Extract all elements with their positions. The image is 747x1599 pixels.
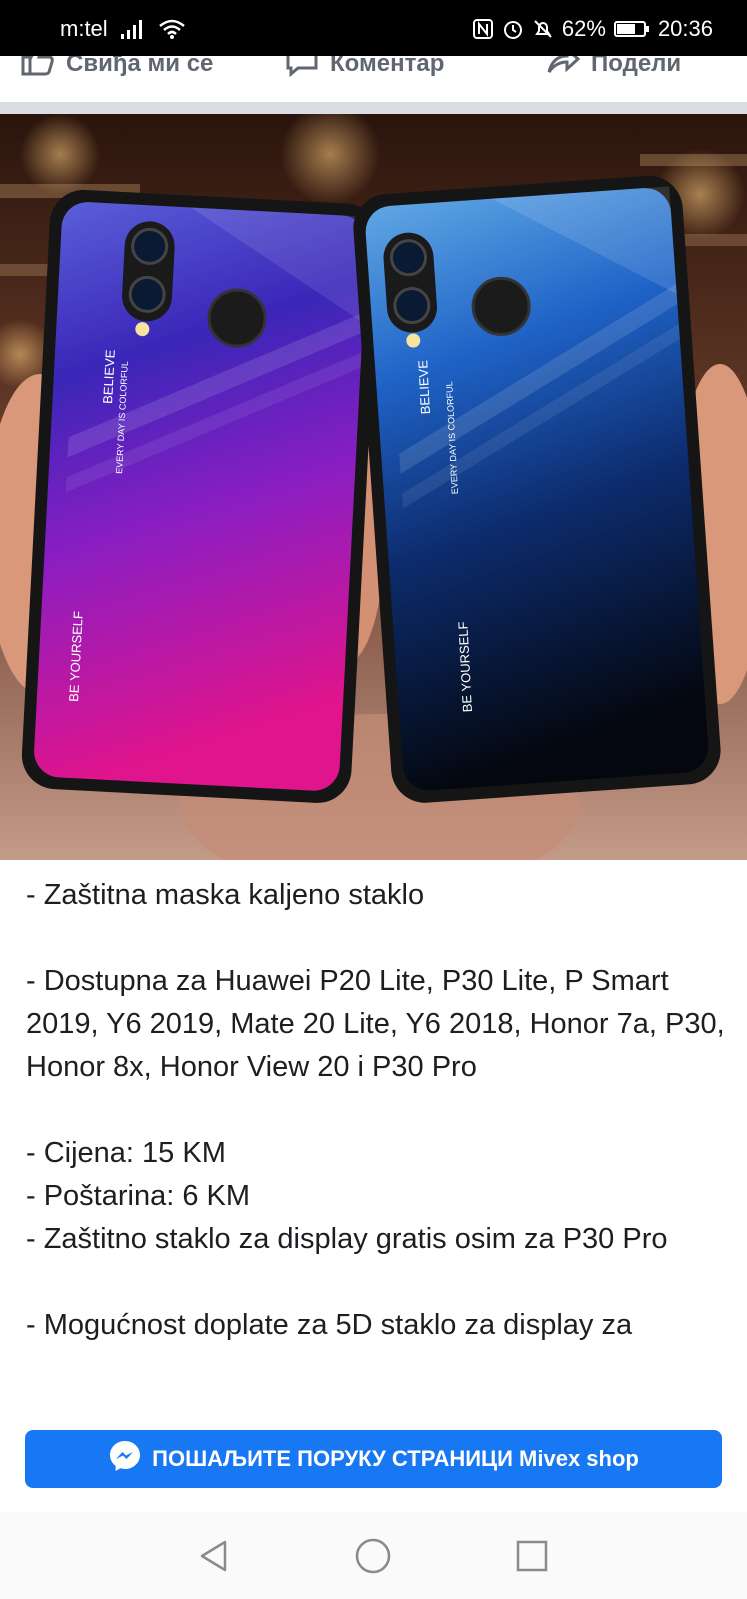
post-line: - Mogućnost doplate za 5D staklo za disp… bbox=[26, 1309, 633, 1341]
system-navigation-bar bbox=[0, 1512, 747, 1599]
post-line: - Cijena: 15 KM bbox=[26, 1137, 226, 1169]
mute-icon bbox=[532, 18, 554, 40]
post-line: - Poštarina: 6 KM bbox=[26, 1180, 251, 1212]
like-label: Свиђа ми се bbox=[66, 56, 214, 77]
product-photo[interactable]: BELIEVE EVERY DAY IS COLORFUL BE YOURSEL… bbox=[0, 114, 747, 860]
product-photo-illustration: BELIEVE EVERY DAY IS COLORFUL BE YOURSEL… bbox=[0, 114, 747, 860]
recents-icon[interactable] bbox=[508, 1532, 556, 1580]
post-action-bar: Свиђа ми се Коментар Подели bbox=[0, 56, 747, 102]
back-icon[interactable] bbox=[190, 1532, 238, 1580]
post-description: - Zaštitna maska kaljeno staklo - Dostup… bbox=[26, 874, 726, 1404]
share-label: Подели bbox=[591, 56, 682, 77]
like-icon bbox=[20, 56, 56, 85]
post-line: - Dostupna za Huawei P20 Lite, P30 Lite,… bbox=[26, 965, 725, 1083]
post-line: - Zaštitna maska kaljeno staklo bbox=[26, 879, 425, 911]
carrier-label: m:tel bbox=[60, 16, 108, 41]
comment-icon bbox=[284, 56, 320, 85]
send-message-button[interactable]: ПОШАЉИТЕ ПОРУКУ СТРАНИЦИ Mivex shop bbox=[25, 1430, 722, 1488]
section-divider bbox=[0, 102, 747, 114]
status-bar: m:tel 62% 20:36 bbox=[0, 0, 747, 56]
wifi-icon bbox=[158, 18, 186, 40]
right-case-text-top: BELIEVE bbox=[415, 359, 433, 414]
share-icon bbox=[545, 56, 581, 85]
status-right: 62% 20:36 bbox=[472, 16, 713, 42]
home-icon[interactable] bbox=[349, 1532, 397, 1580]
share-button[interactable]: Подели bbox=[545, 56, 681, 85]
like-button[interactable]: Свиђа ми се bbox=[20, 56, 213, 85]
post-line: - Zaštitno staklo za display gratis osim… bbox=[26, 1223, 668, 1255]
send-message-label: ПОШАЉИТЕ ПОРУКУ СТРАНИЦИ Mivex shop bbox=[152, 1446, 639, 1471]
left-case-text-top: BELIEVE bbox=[100, 349, 118, 404]
status-left: m:tel bbox=[60, 16, 186, 42]
nfc-icon bbox=[472, 18, 494, 40]
messenger-icon bbox=[108, 1439, 142, 1479]
battery-percent: 62% bbox=[561, 16, 606, 41]
signal-icon bbox=[120, 18, 146, 40]
alarm-icon bbox=[502, 18, 524, 40]
battery-icon bbox=[613, 19, 650, 39]
comment-button[interactable]: Коментар bbox=[284, 56, 444, 85]
comment-label: Коментар bbox=[330, 56, 445, 77]
clock: 20:36 bbox=[657, 16, 713, 41]
